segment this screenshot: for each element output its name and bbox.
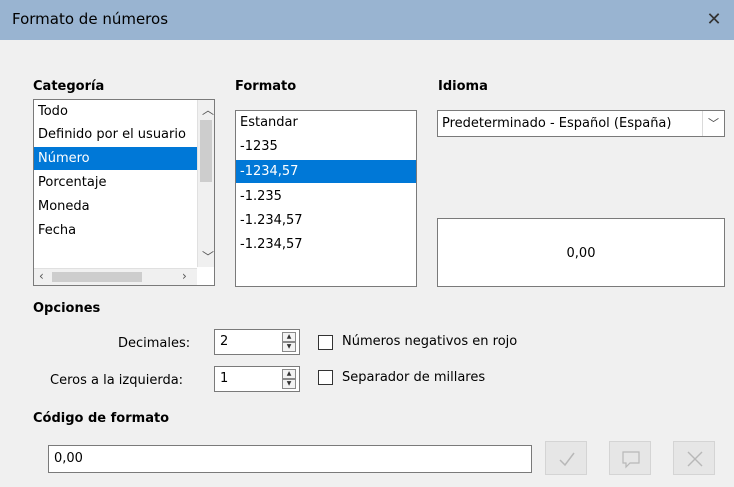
format-code-input[interactable]: 0,00 (48, 445, 532, 473)
format-heading: Formato (235, 79, 297, 94)
thousands-separator-label[interactable]: Separador de millares (342, 370, 485, 385)
leading-zeros-stepper[interactable]: 1 ▲ ▼ (214, 366, 300, 392)
language-value: Predeterminado - Español (España) (442, 116, 672, 131)
delete-icon (687, 451, 703, 467)
options-heading: Opciones (33, 301, 101, 316)
format-code-heading: Código de formato (33, 411, 170, 426)
increment-icon[interactable]: ▲ (282, 332, 296, 342)
category-item-percent[interactable]: Porcentaje (34, 171, 197, 194)
language-heading: Idioma (438, 79, 488, 94)
negative-red-checkbox[interactable] (318, 335, 333, 350)
preview-value: 0,00 (566, 246, 596, 261)
format-item[interactable]: -1235 (236, 135, 416, 158)
title-bar: Formato de números ✕ (0, 0, 734, 40)
comment-icon (622, 451, 640, 469)
apply-button[interactable] (545, 441, 587, 475)
increment-icon[interactable]: ▲ (282, 369, 296, 379)
category-horizontal-scrollbar[interactable]: ‹ › (34, 268, 197, 285)
leading-zeros-label: Ceros a la izquierda: (50, 373, 184, 388)
scroll-down-icon[interactable]: ﹀ (202, 248, 214, 265)
category-item-currency[interactable]: Moneda (34, 195, 197, 218)
format-item[interactable]: -1.234,57 (236, 233, 416, 256)
thousands-separator-checkbox[interactable] (318, 370, 333, 385)
horizontal-scroll-thumb[interactable] (52, 272, 142, 282)
scroll-left-icon[interactable]: ‹ (39, 269, 44, 283)
scroll-up-icon[interactable]: ︿ (202, 101, 214, 118)
format-item-selected[interactable]: -1234,57 (236, 160, 416, 183)
category-heading: Categoría (33, 79, 105, 94)
decimals-label: Decimales: (118, 336, 191, 351)
category-vertical-scrollbar[interactable]: ︿ ﹀ (197, 100, 214, 267)
category-item-date[interactable]: Fecha (34, 219, 197, 242)
window-title: Formato de números (12, 10, 169, 28)
format-item[interactable]: -1.235 (236, 185, 416, 208)
chevron-down-icon[interactable]: ﹀ (702, 111, 724, 136)
format-preview: 0,00 (437, 218, 725, 287)
close-icon: ✕ (706, 9, 722, 30)
close-button[interactable]: ✕ (694, 0, 734, 40)
category-item-user-defined[interactable]: Definido por el usuario (34, 123, 197, 146)
format-item[interactable]: -1.234,57 (236, 209, 416, 232)
category-item-todo[interactable]: Todo (34, 100, 197, 123)
scroll-thumb[interactable] (200, 120, 212, 182)
format-code-value[interactable]: 0,00 (54, 451, 83, 466)
decimals-value[interactable]: 2 (220, 334, 228, 349)
checkmark-icon (559, 452, 575, 467)
leading-zeros-value[interactable]: 1 (220, 371, 228, 386)
decrement-icon[interactable]: ▼ (282, 379, 296, 389)
decimals-stepper[interactable]: 2 ▲ ▼ (214, 329, 300, 355)
comment-button[interactable] (609, 441, 651, 475)
delete-button[interactable] (673, 441, 715, 475)
scroll-right-icon[interactable]: › (182, 269, 187, 283)
negative-red-label[interactable]: Números negativos en rojo (342, 334, 517, 349)
decrement-icon[interactable]: ▼ (282, 342, 296, 352)
language-select[interactable]: Predeterminado - Español (España) ﹀ (437, 110, 725, 137)
category-list[interactable]: Todo Definido por el usuario Número Porc… (33, 99, 215, 286)
format-list[interactable]: Estandar -1235 -1234,57 -1.235 -1.234,57… (235, 110, 417, 287)
format-item[interactable]: Estandar (236, 111, 416, 134)
category-item-number[interactable]: Número (34, 147, 197, 170)
